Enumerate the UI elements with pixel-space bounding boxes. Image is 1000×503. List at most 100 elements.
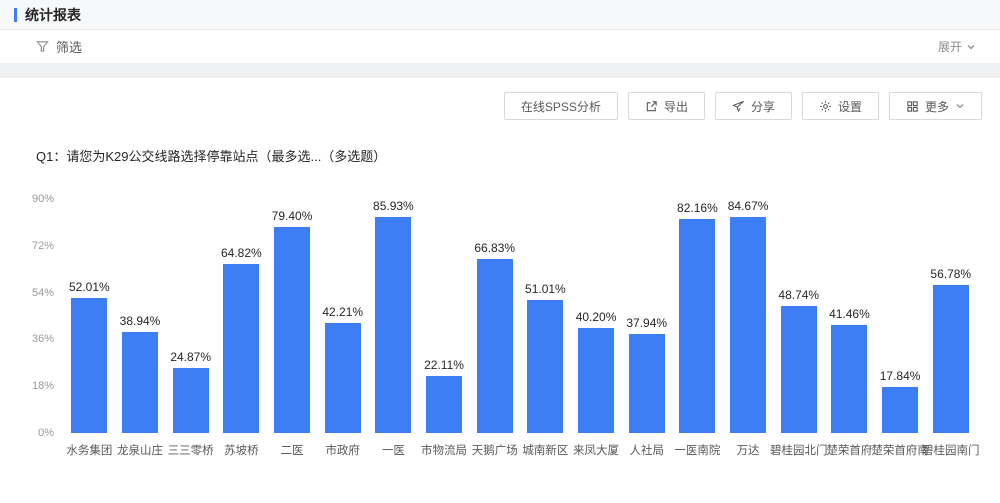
bar-value-label: 84.67% xyxy=(728,199,769,213)
bar-value-label: 82.16% xyxy=(677,201,718,215)
y-axis-tick-label: 0% xyxy=(38,427,54,439)
bar[interactable] xyxy=(223,264,259,433)
chevron-down-icon xyxy=(955,101,965,111)
bar-value-label: 37.94% xyxy=(626,316,667,330)
bar-value-label: 42.21% xyxy=(322,305,363,319)
bar[interactable] xyxy=(730,217,766,433)
filter-bar: 筛选 展开 xyxy=(0,30,1000,64)
spss-analysis-label: 在线SPSS分析 xyxy=(521,98,601,115)
bar-column: 42.21% 市政府 xyxy=(317,199,368,458)
bar-column: 48.74%碧桂园北门 xyxy=(773,199,824,458)
bar-stack: 64.82% xyxy=(221,199,262,433)
y-axis-tick-label: 90% xyxy=(32,193,54,205)
y-axis-tick-label: 54% xyxy=(32,287,54,299)
more-label: 更多 xyxy=(925,98,949,115)
bar[interactable] xyxy=(527,300,563,433)
share-button[interactable]: 分享 xyxy=(715,92,792,120)
bar-value-label: 66.83% xyxy=(474,241,515,255)
bar-category-label: 人社局 xyxy=(629,442,664,458)
bar-category-label: 楚荣首府南 xyxy=(871,442,929,458)
grid-icon xyxy=(906,100,919,113)
bar-stack: 48.74% xyxy=(778,199,819,433)
chart-plot: 52.01%水务集团38.94%龙泉山庄24.87%三三零桥64.82%苏坡桥7… xyxy=(64,199,976,458)
bar-value-label: 24.87% xyxy=(170,350,211,364)
bar-value-label: 51.01% xyxy=(525,282,566,296)
bar-value-label: 48.74% xyxy=(778,288,819,302)
bar-column: 38.94% 龙泉山庄 xyxy=(115,199,166,458)
bar[interactable] xyxy=(325,323,361,433)
bar[interactable] xyxy=(933,285,969,433)
settings-label: 设置 xyxy=(838,98,862,115)
bar-column: 37.94% 人社局 xyxy=(621,199,672,458)
bar-column: 22.11%市物流局 xyxy=(419,199,470,458)
bar-stack: 37.94% xyxy=(626,199,667,433)
y-axis-tick-label: 18% xyxy=(32,380,54,392)
bar-stack: 42.21% xyxy=(322,199,363,433)
bar-stack: 51.01% xyxy=(525,199,566,433)
funnel-icon xyxy=(36,40,49,53)
bar-column: 66.83% 天鹅广场 xyxy=(469,199,520,458)
bar-category-label: 碧桂园南门 xyxy=(922,442,980,458)
bar-column: 24.87%三三零桥 xyxy=(165,199,216,458)
bar[interactable] xyxy=(679,219,715,433)
bar-stack: 82.16% xyxy=(677,199,718,433)
bar[interactable] xyxy=(831,325,867,433)
bar[interactable] xyxy=(426,376,462,433)
bar-category-label: 龙泉山庄 xyxy=(117,442,163,458)
bar[interactable] xyxy=(477,259,513,433)
export-button[interactable]: 导出 xyxy=(628,92,705,120)
bar-stack: 22.11% xyxy=(424,199,464,433)
bar-column: 52.01%水务集团 xyxy=(64,199,115,458)
bar-category-label: 水务集团 xyxy=(66,442,112,458)
chart-y-axis: 0%18%36%54%72%90% xyxy=(24,199,64,433)
bar-category-label: 天鹅广场 xyxy=(472,442,518,458)
filter-label: 筛选 xyxy=(56,37,82,56)
bar-value-label: 17.84% xyxy=(880,369,921,383)
bar[interactable] xyxy=(274,227,310,433)
filter-button[interactable]: 筛选 xyxy=(36,37,82,56)
export-label: 导出 xyxy=(664,98,688,115)
settings-button[interactable]: 设置 xyxy=(802,92,879,120)
bar-category-label: 碧桂园北门 xyxy=(770,442,828,458)
bar-value-label: 38.94% xyxy=(120,314,161,328)
spss-analysis-button[interactable]: 在线SPSS分析 xyxy=(504,92,618,120)
bar[interactable] xyxy=(629,334,665,433)
bar-column: 17.84%楚荣首府南 xyxy=(875,199,926,458)
share-icon xyxy=(732,100,745,113)
bar-stack: 84.67% xyxy=(728,199,769,433)
bar-category-label: 一医 xyxy=(382,442,405,458)
bar-column: 82.16%一医南院 xyxy=(672,199,723,458)
bar-column: 84.67%万达 xyxy=(723,199,774,458)
more-button[interactable]: 更多 xyxy=(889,92,982,120)
bar[interactable] xyxy=(882,387,918,433)
bar-stack: 40.20% xyxy=(576,199,617,433)
bar[interactable] xyxy=(173,368,209,433)
bar-value-label: 41.46% xyxy=(829,307,870,321)
export-icon xyxy=(645,100,658,113)
bar-category-label: 楚荣首府 xyxy=(826,442,872,458)
expand-label: 展开 xyxy=(938,38,962,55)
bar-stack: 85.93% xyxy=(373,199,414,433)
bar-value-label: 85.93% xyxy=(373,199,414,213)
bar-value-label: 40.20% xyxy=(576,310,617,324)
bar[interactable] xyxy=(375,217,411,433)
bar-value-label: 56.78% xyxy=(930,267,971,281)
bar-category-label: 市政府 xyxy=(325,442,360,458)
bar-column: 64.82%苏坡桥 xyxy=(216,199,267,458)
bar-stack: 17.84% xyxy=(880,199,921,433)
bar-stack: 56.78% xyxy=(930,199,971,433)
bar-stack: 24.87% xyxy=(170,199,211,433)
bar-column: 85.93% 一医 xyxy=(368,199,419,458)
report-panel: 在线SPSS分析 导出 分享 xyxy=(0,78,1000,503)
bar[interactable] xyxy=(578,328,614,433)
bar-stack: 41.46% xyxy=(829,199,870,433)
bar-value-label: 64.82% xyxy=(221,246,262,260)
bar[interactable] xyxy=(71,298,107,433)
expand-toggle[interactable]: 展开 xyxy=(938,38,976,55)
question-title: Q1：请您为K29公交线路选择停靠站点（最多选...（多选题） xyxy=(0,120,1000,165)
section-gap xyxy=(0,64,1000,78)
bar[interactable] xyxy=(781,306,817,433)
bar[interactable] xyxy=(122,332,158,433)
bar-column: 51.01%城南新区 xyxy=(520,199,571,458)
bar-category-label: 来凤大厦 xyxy=(573,442,619,458)
